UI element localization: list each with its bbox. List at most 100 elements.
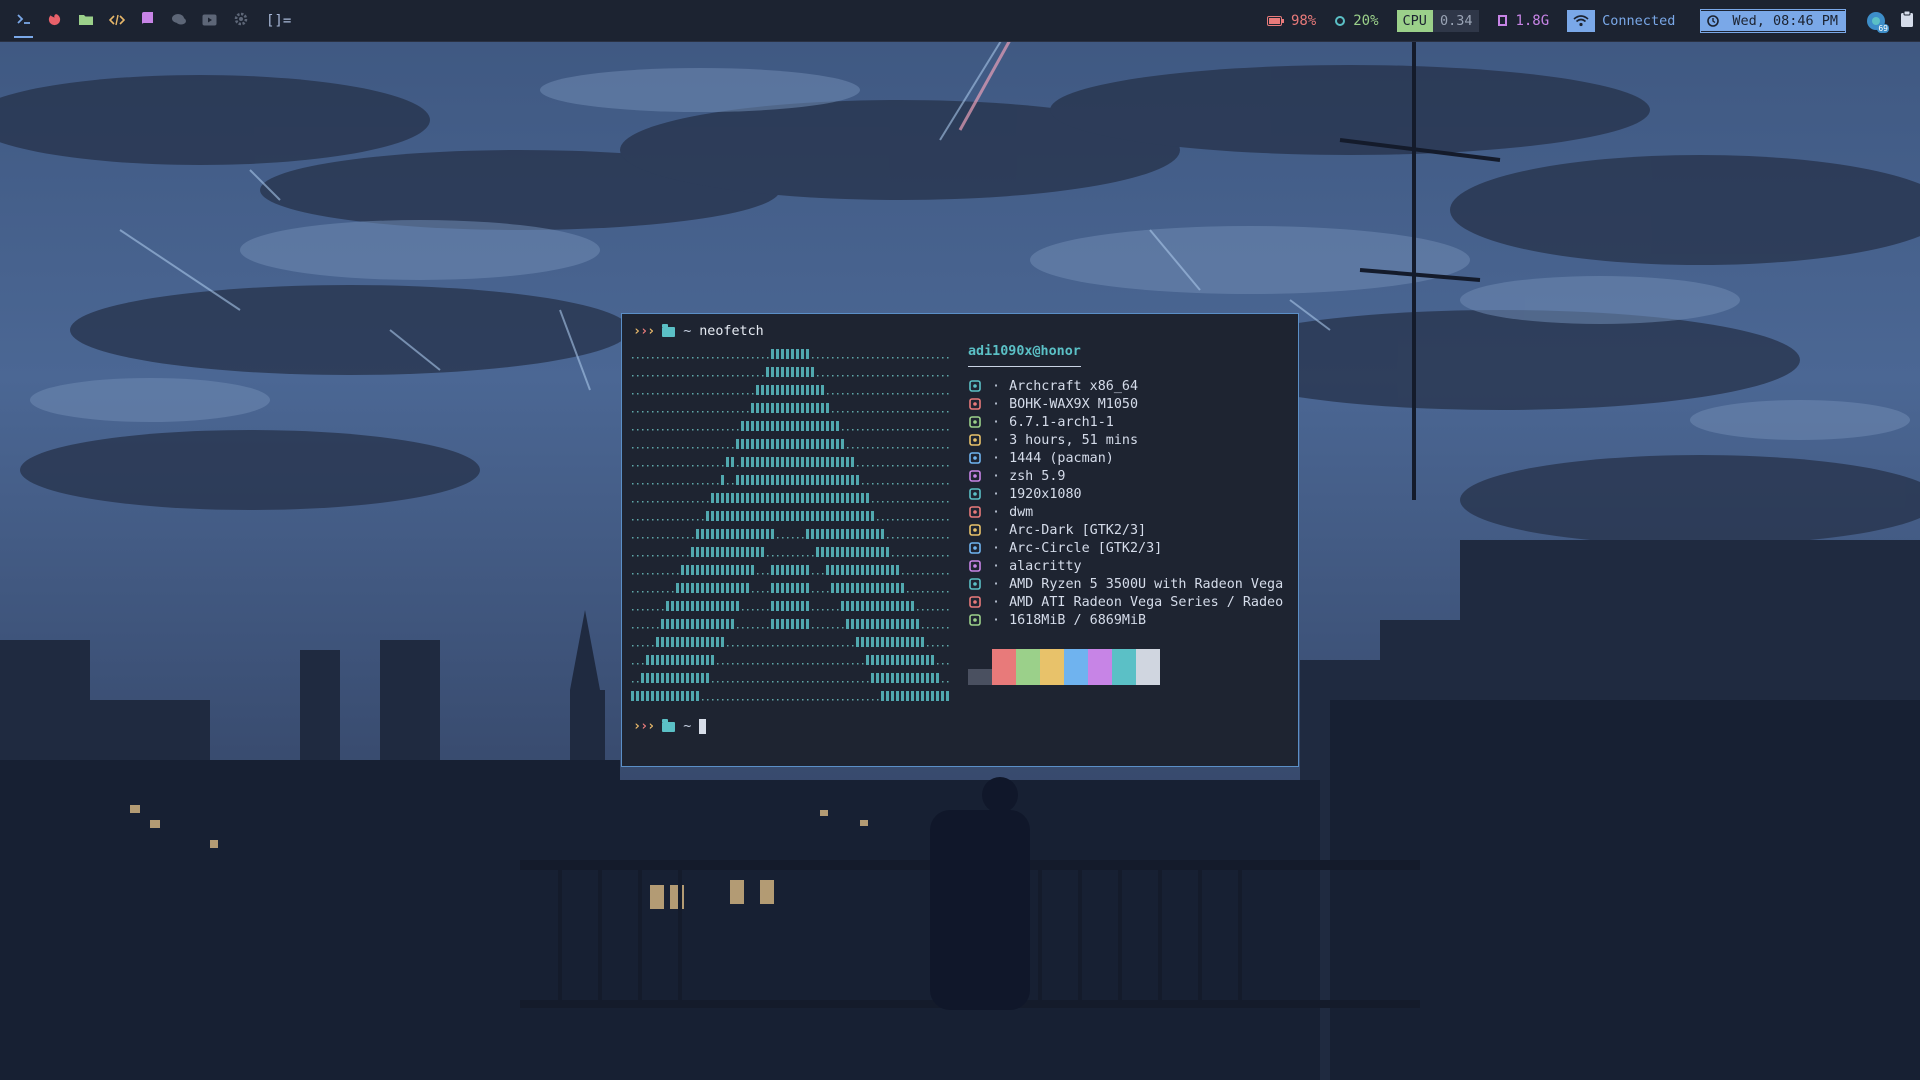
ascii-char [851,457,854,467]
ascii-char [817,591,819,593]
ascii-char [801,403,804,413]
ascii-char [862,357,864,359]
ascii-char [736,583,739,593]
info-row: · Arc-Dark [GTK2/3] [968,521,1283,539]
ascii-char [692,411,694,413]
ascii-char [852,447,854,449]
ascii-char [736,439,739,449]
ascii-char [771,565,774,575]
ascii-char [837,681,839,683]
tag-editor[interactable] [101,0,132,42]
ascii-char [757,357,759,359]
ascii-char [942,537,944,539]
ascii-char [712,699,714,701]
clock-icon [1701,10,1726,31]
tag-files[interactable] [70,0,101,42]
ascii-char [716,637,719,647]
ascii-char [751,475,754,485]
info-row: · 6.7.1-arch1-1 [968,413,1283,431]
layout-indicator[interactable]: []= [266,13,291,29]
ascii-char [696,547,699,557]
ascii-char [881,547,884,557]
ascii-char [776,475,779,485]
ascii-char [902,537,904,539]
ascii-char [686,673,689,683]
ascii-char [677,429,679,431]
ascii-char [892,375,894,377]
ascii-char [926,691,929,701]
ascii-char [881,673,884,683]
tag-browser[interactable] [39,0,70,42]
ascii-char [667,429,669,431]
ascii-char [816,439,819,449]
ascii-char [706,529,709,539]
ascii-char [902,483,904,485]
ascii-char [767,591,769,593]
ascii-char [632,375,634,377]
tag-chat[interactable] [163,0,194,42]
ascii-char [726,619,729,629]
ascii-char [737,357,739,359]
ascii-char [786,511,789,521]
ascii-char [947,663,949,665]
ascii-char [891,601,894,611]
tag-media[interactable] [194,0,225,42]
power-module[interactable] [1900,0,1914,41]
ascii-char [741,421,744,431]
clock-module[interactable]: Wed, 08:46 PM [1700,0,1846,41]
separator-dot: · [992,486,1001,502]
ascii-char [876,583,879,593]
tag-settings[interactable] [225,0,256,42]
ascii-char [772,681,774,683]
ascii-char [782,681,784,683]
ascii-char [902,465,904,467]
ascii-char [942,411,944,413]
ascii-char [887,447,889,449]
notification-module[interactable]: 69 [1866,0,1889,41]
ascii-char [922,573,924,575]
battery-icon [1266,15,1284,26]
ascii-char [672,483,674,485]
ascii-char [866,493,869,503]
ascii-char [926,655,929,665]
ascii-char [637,357,639,359]
terminal-window[interactable]: ››› ~ neofetch adi1090x@honor · Archcraft… [621,313,1299,767]
ascii-char [786,439,789,449]
ascii-char [806,493,809,503]
ascii-char [722,411,724,413]
ascii-char [747,393,749,395]
tag-terminal[interactable] [8,0,39,42]
ascii-char [707,699,709,701]
ascii-char [682,375,684,377]
ascii-char [647,357,649,359]
network-module[interactable]: Connected [1567,0,1683,41]
ascii-char [727,393,729,395]
ascii-char [657,609,659,611]
ascii-char [642,663,644,665]
ascii-char [821,511,824,521]
ascii-char [652,555,654,557]
ascii-char [632,591,634,593]
ascii-char [837,663,839,665]
ascii-char [892,537,894,539]
ascii-char [691,547,694,557]
ascii-char [772,699,774,701]
palette-swatch [1112,649,1136,685]
ascii-char [796,403,799,413]
ascii-char [947,537,949,539]
separator-dot: · [992,432,1001,448]
ascii-char [732,447,734,449]
ascii-char [761,403,764,413]
tag-notes[interactable] [132,0,163,42]
ascii-char [811,529,814,539]
ascii-char [722,393,724,395]
ascii-char [932,447,934,449]
ascii-char [836,547,839,557]
ascii-char [801,619,804,629]
ascii-char [847,699,849,701]
ascii-char [696,565,699,575]
input-prompt[interactable]: ››› ~ [633,718,707,734]
ascii-char [932,501,934,503]
ascii-char [901,637,904,647]
ascii-char [801,457,804,467]
